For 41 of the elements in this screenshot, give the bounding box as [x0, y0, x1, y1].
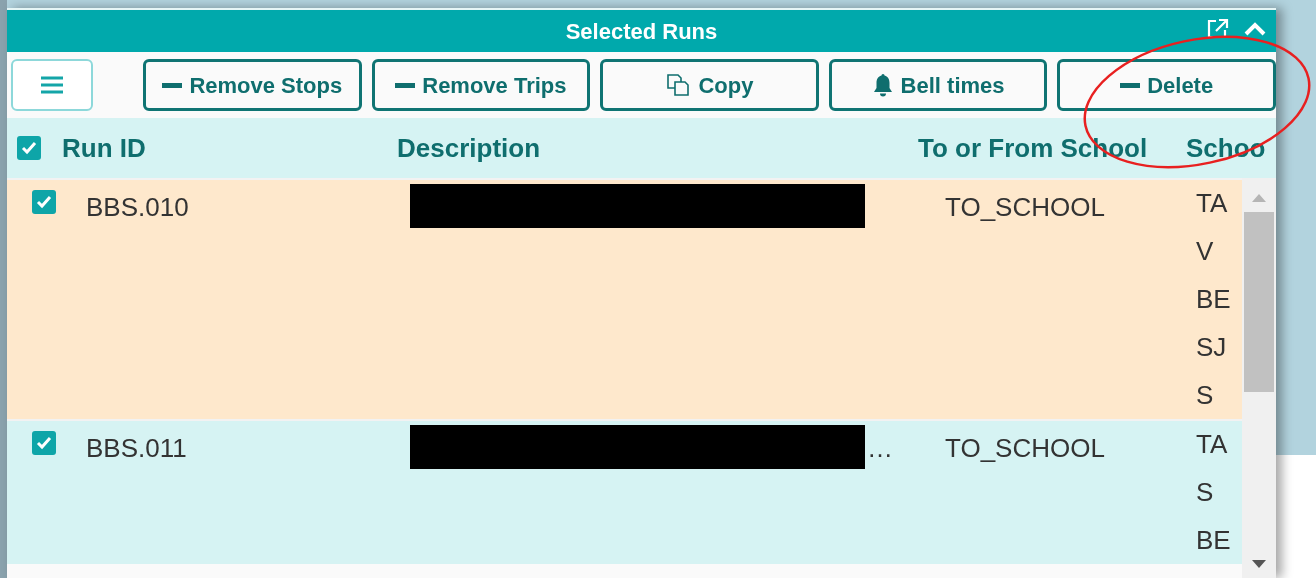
toolbar-button[interactable]: Copy	[600, 59, 819, 111]
chevron-up-icon[interactable]	[1244, 22, 1266, 36]
bell-icon	[871, 73, 894, 97]
checkbox[interactable]	[32, 431, 56, 455]
table-cell: TO_SCHOOL	[945, 433, 1105, 463]
toolbar-button[interactable]: Remove Trips	[371, 59, 591, 111]
column-header[interactable]: Description	[397, 128, 918, 168]
toolbar-button[interactable]: Bell times	[828, 59, 1048, 111]
table-row[interactable]: BBS.010 TO_SCHOOL TA V BE SJ S	[7, 178, 1242, 419]
scroll-down-icon[interactable]	[1252, 560, 1266, 570]
panel-title: Selected Runs	[565, 17, 718, 46]
checkbox[interactable]	[32, 190, 56, 214]
table-cell-text: S	[1196, 477, 1215, 508]
checkmark-icon	[36, 436, 52, 450]
table-cell-text: S	[1196, 380, 1215, 411]
table-cell: BE	[1196, 525, 1231, 556]
copy-icon	[665, 72, 692, 98]
table-cell-text: …	[867, 432, 893, 465]
table-cell-text: TA	[1196, 429, 1229, 460]
table-cell: BE	[1196, 284, 1231, 315]
table-cell-text: TA	[1196, 188, 1229, 219]
table-cell: TO_SCHOOL	[945, 192, 1105, 222]
minus-icon	[395, 82, 416, 88]
toolbar-button[interactable]: Delete	[1057, 59, 1276, 111]
table-cell: BBS.010	[86, 192, 189, 222]
scrollbar-thumb[interactable]	[1244, 212, 1274, 392]
menu-icon	[41, 76, 63, 94]
checkmark-icon	[36, 195, 52, 209]
toolbar-button[interactable]: Remove Stops	[143, 59, 362, 111]
menu-button[interactable]	[11, 59, 93, 111]
table-cell-text: SJ	[1196, 332, 1228, 363]
minus-icon	[1120, 82, 1141, 88]
table-row[interactable]: BBS.011 … TO_SCHOOL TA S BE	[7, 419, 1242, 564]
table-cell-text: V	[1196, 236, 1215, 267]
scroll-up-icon[interactable]	[1252, 192, 1266, 202]
scrollbar[interactable]	[1242, 178, 1276, 578]
checkbox[interactable]	[17, 136, 41, 160]
checkmark-icon	[21, 141, 37, 155]
column-header[interactable]: Run ID	[62, 128, 397, 168]
table-cell: BBS.011	[86, 433, 187, 463]
minus-icon	[162, 82, 183, 88]
